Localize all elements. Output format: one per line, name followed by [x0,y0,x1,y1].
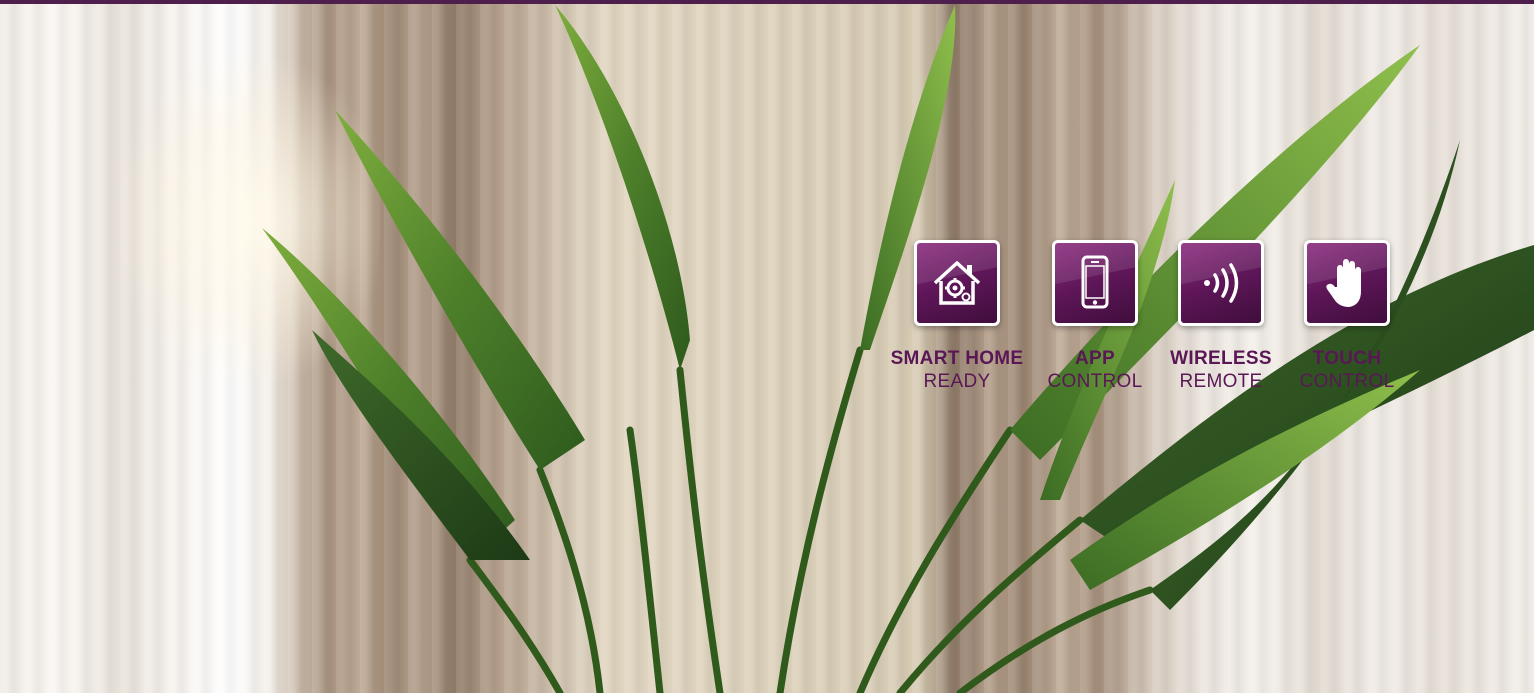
feature-title: TOUCH [1312,348,1382,369]
feature-app-control: APP CONTROL [1032,240,1158,394]
feature-subtitle: READY [923,371,991,392]
feature-subtitle: CONTROL [1299,371,1395,392]
feature-subtitle: CONTROL [1047,371,1143,392]
smart-home-icon [914,240,1000,326]
hand-touch-icon [1304,240,1390,326]
feature-touch-control: TOUCH CONTROL [1284,240,1410,394]
sunlight-glow [120,60,380,380]
feature-wireless-remote: WIRELESS REMOTE [1158,240,1284,394]
feature-subtitle: REMOTE [1179,371,1263,392]
wireless-signal-icon [1178,240,1264,326]
feature-smart-home: SMART HOME READY [882,240,1032,394]
smartphone-icon [1052,240,1138,326]
top-accent-bar [0,0,1534,4]
feature-list: SMART HOME READY APP CONTROL WIRELESS RE… [882,240,1410,394]
feature-title: APP [1075,348,1115,369]
hero-banner: SMART HOME READY APP CONTROL WIRELESS RE… [0,0,1534,693]
feature-title: WIRELESS [1170,348,1272,369]
feature-title: SMART HOME [890,348,1024,369]
